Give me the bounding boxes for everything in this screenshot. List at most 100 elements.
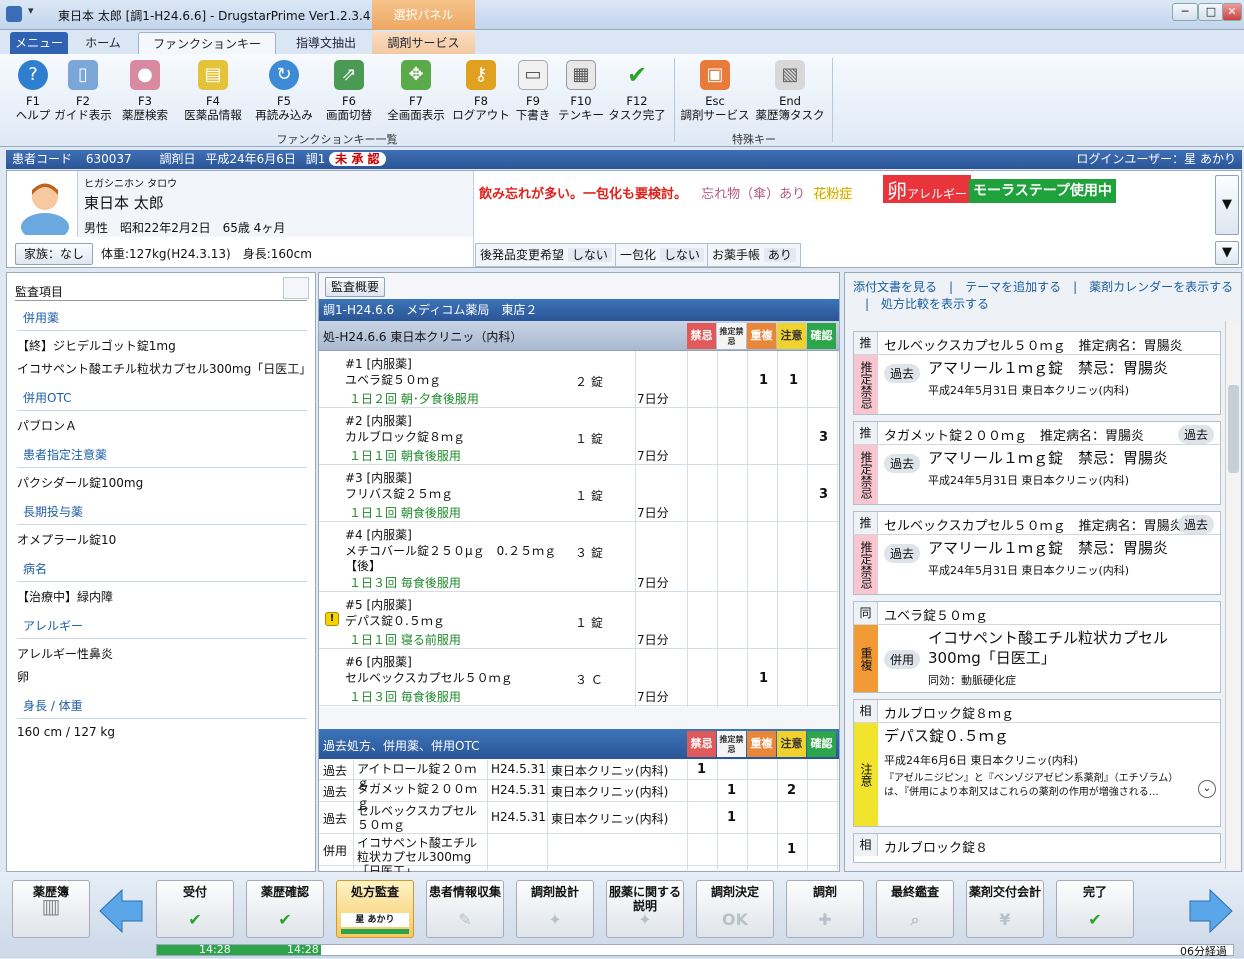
- notebook-icon: ▥: [41, 894, 61, 918]
- past-type: 過去: [323, 764, 348, 778]
- rx-days: 7日分: [637, 633, 669, 647]
- tab-dispensing-service[interactable]: 調剤サービス: [372, 32, 475, 54]
- select-panel-label[interactable]: 選択パネル: [372, 0, 475, 30]
- workflow-step[interactable]: 処方監査◉星 あかり: [336, 880, 414, 938]
- switch-screen-icon: ⇗: [334, 60, 364, 90]
- past-drug: セルベックスカプセル５０ｍｇ: [357, 804, 477, 832]
- workflow-step[interactable]: 調剤決定 OK: [696, 880, 774, 938]
- workflow-step[interactable]: 最終鑑査 ⌕: [876, 880, 954, 938]
- rx-usage: １日２回 朝･夕食後服用: [349, 392, 479, 406]
- forward-arrow-icon[interactable]: [1186, 886, 1236, 936]
- card-main: アマリール１ｍｇ錠 禁忌：胃腸炎: [928, 359, 1169, 377]
- family-button[interactable]: 家族：なし: [15, 243, 93, 265]
- end-history-task-button[interactable]: ▧ End 薬歴簿タスク: [752, 60, 828, 132]
- f5-reload-button[interactable]: ↻ F5 再読み込み: [250, 60, 318, 132]
- alert-card[interactable]: 相カルブロック錠８: [853, 833, 1221, 863]
- card-head: カルブロック錠８: [884, 841, 989, 856]
- rx-usage: １日１回 朝食後服用: [349, 449, 461, 463]
- tab-function-keys[interactable]: ファンクションキー: [138, 32, 276, 54]
- f2-guide-button[interactable]: ▯ F2 ガイド表示: [50, 60, 116, 132]
- f4-drug-info-button[interactable]: ▤ F4 医薬品情報: [178, 60, 248, 132]
- f12-task-complete-button[interactable]: ✔ F12 タスク完了: [604, 60, 670, 132]
- check-mark: 1: [788, 373, 799, 388]
- workflow-step-icon: ✚: [818, 910, 832, 929]
- rx-list: #1 [内服薬] ユベラ錠５０ｍｇ ２ 錠 １日２回 朝･夕食後服用 7日分 1 1 #2 […: [319, 351, 839, 707]
- workflow-step[interactable]: 調剤 ✚: [786, 880, 864, 938]
- app-icon[interactable]: [6, 6, 22, 22]
- current-progress: [341, 929, 409, 934]
- tab-home[interactable]: ホーム: [72, 32, 134, 54]
- past-rx-header: 過去処方、併用薬、併用OTC: [323, 739, 480, 753]
- rx-no: #6 [内服薬]: [345, 655, 412, 669]
- workflow-step[interactable]: 患者情報収集 ✎: [426, 880, 504, 938]
- book-icon: ▤: [198, 60, 228, 90]
- grid-line: [687, 351, 688, 707]
- minimize-button[interactable]: ─: [1172, 3, 1198, 21]
- audit-items-panel: 監査項目 併用薬 【終】ジヒデルゴット錠1mg イコサペント酸エチル粒状カプセル30…: [6, 272, 316, 872]
- workflow-step[interactable]: 服薬に関する説明 ✦: [606, 880, 684, 938]
- patient-kana: ヒガシニホン タロウ: [84, 179, 178, 190]
- rx-row[interactable]: #4 [内服薬] メチコバール錠２５０μｇ 0.２５ｍｇ【後】 ３ 錠 １日３回 毎食…: [319, 522, 839, 592]
- package-insert-link[interactable]: 添付文書を見る: [853, 280, 937, 294]
- help-icon: ?: [18, 60, 48, 90]
- generic-label: 後発品変更希望: [480, 248, 565, 262]
- alert-card[interactable]: 推タガメット錠２００ｍｇ 推定病名：胃腸炎 過去 推定禁忌 過去 アマリール１ｍｇ錠 禁…: [853, 421, 1221, 505]
- grid-line: [807, 760, 808, 870]
- esc-dispensing-service-button[interactable]: ▣ Esc 調剤サービス: [680, 60, 750, 132]
- workflow-step[interactable]: 調剤設計 ✦: [516, 880, 594, 938]
- past-row[interactable]: 併用 イコサペント酸エチル粒状カプセル300mg「日医工」 1: [319, 834, 839, 878]
- rx-drug: ユベラ錠５０ｍｇ: [345, 373, 442, 387]
- check-column-header: 禁忌: [687, 323, 716, 349]
- check-mark: 1: [726, 810, 737, 825]
- expand-tags-button[interactable]: ▼: [1215, 241, 1239, 265]
- rx-row[interactable]: #6 [内服薬] セルベックスカプセル５０ｍｇ ３ Ｃ １日３回 毎食後服用 7日分 1: [319, 649, 839, 706]
- alerts-scrollbar[interactable]: [1225, 321, 1241, 869]
- rx-qty: １ 錠: [575, 432, 603, 446]
- close-button[interactable]: ✕: [1222, 3, 1242, 21]
- drug-calendar-link[interactable]: 薬剤カレンダーを表示する: [1089, 280, 1233, 294]
- tab-menu[interactable]: メニュー: [10, 32, 68, 54]
- rx-no: #4 [内服薬]: [345, 528, 412, 542]
- rx-row[interactable]: #3 [内服薬]フリバス錠２５ｍｇ１ 錠１日１回 朝食後服用7日分31: [319, 465, 839, 522]
- past-row[interactable]: 過去 セルベックスカプセル５０ｍｇ H24.5.31 東日本クリニッ(内科) 1: [319, 802, 839, 834]
- card-sub: 平成24年5月31日 東日本クリニッ(内科): [928, 384, 1130, 397]
- section-item: 160 cm / 127 kg: [17, 725, 115, 739]
- rx-check-columns: 禁忌 推定禁忌 重複 注意 確認: [687, 323, 837, 351]
- past-row[interactable]: 過去 タガメット錠２００ｍｇ H24.5.31 東日本クリニッ(内科) 1 2: [319, 780, 839, 810]
- expand-chevron-icon[interactable]: ⌄: [1198, 780, 1216, 798]
- tab-guidance[interactable]: 指導文抽出: [282, 32, 370, 54]
- tab-audit-summary[interactable]: 監査概要: [325, 277, 385, 297]
- section-title: 長期投与薬: [17, 503, 307, 525]
- f3-history-search-button[interactable]: ● F3 薬歴検索: [112, 60, 178, 132]
- rx-usage: １日１回 朝食後服用: [349, 506, 461, 520]
- workflow-step-label: 調剤設計: [530, 885, 579, 899]
- section-item: オメプラール錠10: [17, 533, 117, 547]
- rx-no: #2 [内服薬]: [345, 414, 412, 428]
- quick-access-dropdown-icon[interactable]: ▾: [28, 4, 34, 17]
- rx-row[interactable]: #5 [内服薬]デパス錠０.５ｍｇ１ 錠１日１回 寝る前服用7日分!2: [319, 592, 839, 649]
- rx-row[interactable]: #2 [内服薬] カルブロック錠８ｍｇ １ 錠 １日１回 朝食後服用 7日分 3: [319, 408, 839, 465]
- back-arrow-icon[interactable]: [96, 886, 146, 936]
- alert-card[interactable]: 相カルブロック錠８ｍｇ 注意 デパス錠０.５ｍｇ 平成24年6月6日 東日本クリニッ(…: [853, 699, 1221, 827]
- rx-row[interactable]: #1 [内服薬] ユベラ錠５０ｍｇ ２ 錠 １日２回 朝･夕食後服用 7日分 1 1: [319, 351, 839, 408]
- workflow-step[interactable]: 受付 ✔: [156, 880, 234, 938]
- section-item: 【終】ジヒデルゴット錠1mg: [17, 339, 176, 353]
- alert-card[interactable]: 推セルベックスカプセル５０ｍｇ 推定病名：胃腸炎 推定禁忌 過去 アマリール１ｍｇ錠 …: [853, 331, 1221, 415]
- history-book-button[interactable]: 薬歴簿 ▥: [12, 880, 90, 938]
- workflow-step[interactable]: 薬剤交付会計 ¥: [966, 880, 1044, 938]
- f7-fullscreen-button[interactable]: ✥ F7 全画面表示: [380, 60, 452, 132]
- grid-line: [747, 760, 748, 870]
- workflow-step[interactable]: 完了 ✔: [1056, 880, 1134, 938]
- f6-switch-screen-button[interactable]: ⇗ F6 画面切替: [316, 60, 382, 132]
- maximize-button[interactable]: □: [1198, 3, 1224, 21]
- alert-card[interactable]: 同ユベラ錠５０ｍｇ 重複 併用 イコサペント酸エチル粒状カプセル300mg「日医工」同…: [853, 601, 1221, 693]
- workflow-step[interactable]: 薬歴確認 ✔: [246, 880, 324, 938]
- compare-rx-link[interactable]: 処方比較を表示する: [881, 297, 989, 311]
- past-row[interactable]: 過去 アイトロール錠２０ｍｇ H24.5.31 東日本クリニッ(内科) 1: [319, 760, 839, 790]
- card-head: カルブロック錠８ｍｇ: [884, 707, 1015, 722]
- expand-notes-button[interactable]: ▼: [1215, 175, 1239, 235]
- scrollbar-thumb[interactable]: [1228, 385, 1239, 473]
- dispense-seq: 調1: [305, 152, 326, 166]
- add-theme-link[interactable]: テーマを追加する: [965, 280, 1061, 294]
- alert-card[interactable]: 推セルベックスカプセル５０ｍｇ 推定病名：胃腸炎 過去 推定禁忌 過去 アマリール１ｍｇ…: [853, 511, 1221, 595]
